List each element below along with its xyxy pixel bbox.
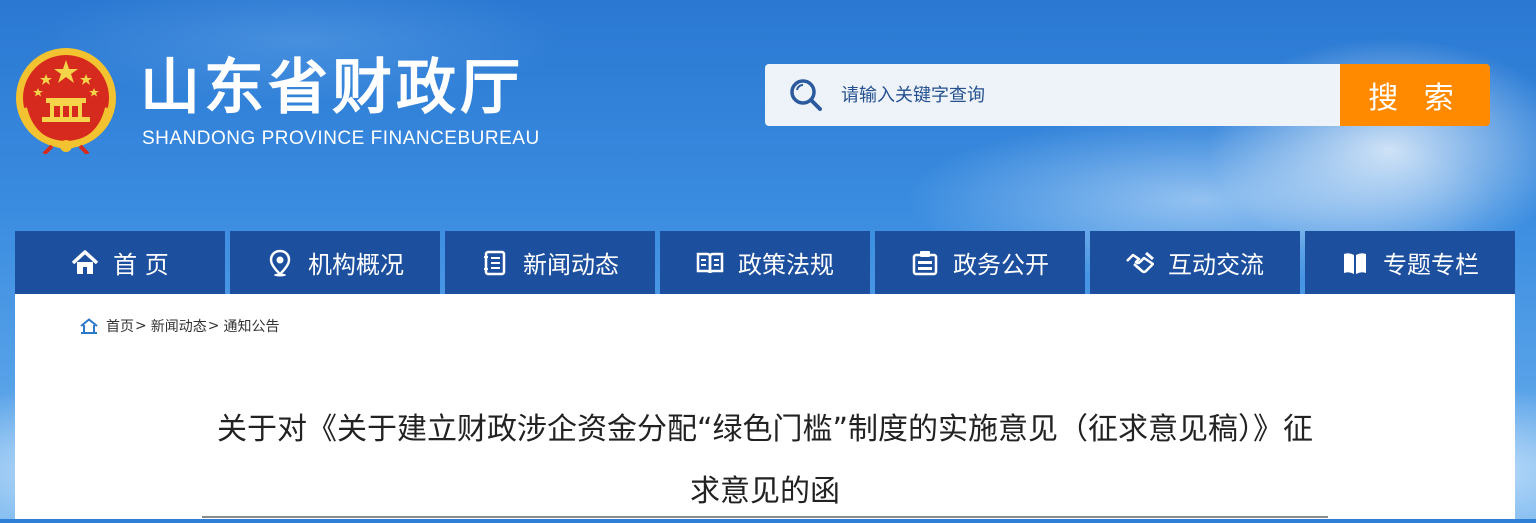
nav-item-home[interactable]: 首 页 bbox=[15, 231, 225, 294]
breadcrumb-home[interactable]: 首页 bbox=[106, 316, 134, 336]
site-subtitle: SHANDONG PROVINCE FINANCEBUREAU bbox=[142, 128, 540, 149]
nav-item-interaction[interactable]: 互动交流 bbox=[1090, 231, 1300, 294]
nav-item-label: 政策法规 bbox=[738, 251, 834, 279]
article-title: 关于对《关于建立财政涉企资金分配“绿色门槛”制度的实施意见（征求意见稿）》征求意… bbox=[216, 412, 1314, 509]
national-emblem-icon bbox=[16, 48, 116, 154]
nav-item-label: 首 页 bbox=[113, 251, 169, 279]
location-pin-icon bbox=[269, 249, 291, 276]
open-book-icon bbox=[696, 252, 724, 273]
breadcrumb: 首页 > 新闻动态 > 通知公告 bbox=[80, 316, 279, 336]
main-nav: 首 页 机构概况 新闻动态 政策法规 政务公开 互动交流 专题专栏 bbox=[15, 231, 1515, 294]
breadcrumb-separator: > bbox=[135, 318, 147, 334]
notebook-icon bbox=[484, 250, 506, 275]
nav-item-label: 专题专栏 bbox=[1383, 251, 1479, 279]
search-icon[interactable] bbox=[789, 78, 823, 112]
nav-item-label: 互动交流 bbox=[1168, 251, 1264, 279]
nav-item-organization[interactable]: 机构概况 bbox=[230, 231, 440, 294]
search-input[interactable] bbox=[839, 83, 1323, 107]
nav-item-label: 机构概况 bbox=[308, 251, 404, 279]
nav-item-label: 政务公开 bbox=[953, 251, 1049, 279]
nav-item-public-affairs[interactable]: 政务公开 bbox=[875, 231, 1085, 294]
breadcrumb-separator: > bbox=[207, 318, 220, 334]
nav-item-special-topics[interactable]: 专题专栏 bbox=[1305, 231, 1515, 294]
search-box bbox=[765, 64, 1341, 126]
content-panel: 首页 > 新闻动态 > 通知公告 关于对《关于建立财政涉企资金分配“绿色门槛”制… bbox=[15, 294, 1515, 519]
handshake-icon bbox=[1126, 251, 1154, 273]
nav-item-policy[interactable]: 政策法规 bbox=[660, 231, 870, 294]
breadcrumb-news[interactable]: 新闻动态 bbox=[151, 316, 207, 336]
title-divider bbox=[202, 516, 1328, 518]
home-icon bbox=[71, 249, 99, 274]
book-icon bbox=[1344, 252, 1366, 274]
home-outline-icon bbox=[80, 318, 98, 334]
search-button[interactable]: 搜 索 bbox=[1340, 64, 1490, 126]
nav-item-label: 新闻动态 bbox=[523, 251, 619, 279]
nav-item-news[interactable]: 新闻动态 bbox=[445, 231, 655, 294]
document-icon bbox=[912, 250, 938, 275]
breadcrumb-notices[interactable]: 通知公告 bbox=[223, 316, 279, 336]
site-title: 山东省财政厅 bbox=[140, 53, 524, 123]
